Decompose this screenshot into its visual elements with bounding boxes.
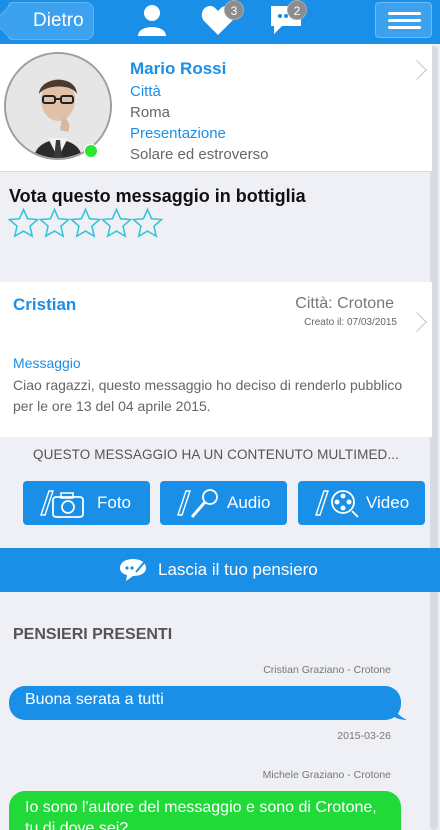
star-rating[interactable]: [8, 206, 163, 242]
message-text: Ciao ragazzi, questo messaggio ho deciso…: [13, 377, 403, 414]
avatar: [4, 52, 112, 160]
messages-badge: 2: [287, 0, 307, 20]
chevron-right-icon: [407, 60, 427, 80]
city-label: Città: [130, 83, 161, 100]
audio-button-label: Audio: [227, 493, 271, 512]
city-value: Roma: [130, 104, 171, 121]
menu-line: [388, 12, 421, 15]
presentation-label: Presentazione: [130, 125, 226, 142]
chevron-right-icon: [407, 312, 427, 332]
audio-button[interactable]: Audio: [160, 481, 287, 525]
online-status-dot: [84, 144, 98, 158]
profile-icon[interactable]: [134, 2, 170, 38]
message-label: Messaggio: [13, 355, 81, 371]
multimedia-note: QUESTO MESSAGGIO HA UN CONTENUTO MULTIME…: [33, 447, 399, 462]
thought-bubble: Buona serata a tutti: [9, 686, 401, 720]
likes-badge: 3: [224, 0, 244, 20]
video-button[interactable]: Video: [298, 481, 425, 525]
menu-button[interactable]: [375, 2, 432, 38]
thought-author: Michele Graziano - Crotone: [262, 769, 391, 781]
leave-thought-label: Lascia il tuo pensiero: [158, 560, 318, 579]
photo-button-label: Foto: [97, 493, 132, 512]
profile-name: Mario Rossi: [130, 59, 227, 78]
star-icon[interactable]: [70, 206, 101, 240]
menu-line: [388, 26, 421, 29]
profile-card[interactable]: Mario Rossi Città Roma Presentazione Sol…: [0, 44, 432, 172]
menu-line: [388, 19, 421, 22]
thoughts-section-title: PENSIERI PRESENTI: [13, 626, 173, 643]
thought-bubble: Io sono l'autore del messaggio e sono di…: [9, 791, 401, 830]
top-bar: Dietro 3 2: [0, 0, 440, 44]
star-icon[interactable]: [8, 206, 39, 240]
star-icon[interactable]: [101, 206, 132, 240]
back-button[interactable]: Dietro: [8, 2, 94, 40]
presentation-value: Solare ed estroverso: [130, 146, 269, 163]
speech-bubble-pen-icon: [120, 557, 149, 581]
thought-text: Buona serata a tutti: [25, 691, 164, 708]
message-created-date: Creato il: 07/03/2015: [304, 317, 397, 328]
message-city: Città: Crotone: [295, 295, 394, 312]
film-reel-icon: [315, 490, 359, 518]
camera-icon: [40, 490, 84, 518]
message-author[interactable]: Cristian: [13, 295, 76, 315]
star-icon[interactable]: [39, 206, 70, 240]
bubble-tail: [393, 704, 407, 720]
thought-author: Cristian Graziano - Crotone: [263, 664, 391, 676]
leave-thought-button[interactable]: Lascia il tuo pensiero: [0, 548, 440, 592]
thought-date: 2015-03-26: [337, 730, 391, 742]
vote-title: Vota questo messaggio in bottiglia: [9, 186, 306, 206]
video-button-label: Video: [366, 493, 410, 512]
star-icon[interactable]: [132, 206, 163, 240]
photo-button[interactable]: Foto: [23, 481, 150, 525]
microphone-icon: [177, 489, 218, 518]
thought-text: Io sono l'autore del messaggio e sono di…: [25, 799, 377, 830]
message-card[interactable]: Cristian Città: Crotone Creato il: 07/03…: [0, 282, 432, 437]
